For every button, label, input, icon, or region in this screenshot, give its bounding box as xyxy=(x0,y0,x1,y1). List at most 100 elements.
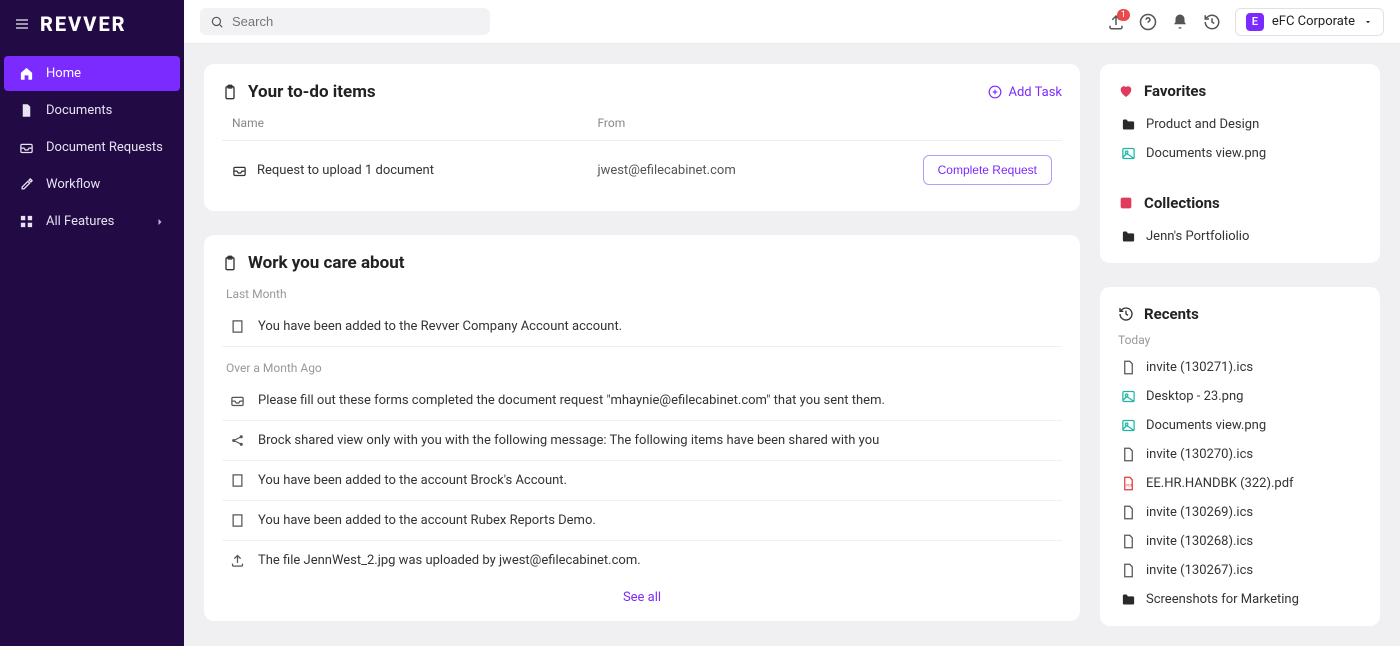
image-icon xyxy=(1120,146,1136,161)
sidebar-item-document-requests[interactable]: Document Requests xyxy=(4,130,180,165)
brand-logo: REVVER xyxy=(40,12,127,36)
favorites-title: Favorites xyxy=(1144,82,1206,100)
activity-row[interactable]: You have been added to the account Rubex… xyxy=(222,501,1062,541)
list-item[interactable]: Jenn's Portfoliolio xyxy=(1118,222,1362,251)
sidebar-item-workflow[interactable]: Workflow xyxy=(4,167,180,202)
add-task-label: Add Task xyxy=(1008,85,1062,100)
upload-badge: 1 xyxy=(1117,9,1130,21)
list-item-label: Documents view.png xyxy=(1146,146,1266,161)
sidebar-item-label: Home xyxy=(46,66,81,81)
activity-text: You have been added to the account Rubex… xyxy=(258,513,596,528)
activity-text: Please fill out these forms completed th… xyxy=(258,393,885,408)
clipboard-icon xyxy=(222,255,238,271)
inbox-icon xyxy=(228,393,246,408)
bell-icon[interactable] xyxy=(1171,13,1189,31)
activity-row[interactable]: Brock shared view only with you with the… xyxy=(222,421,1062,461)
list-item-label: invite (130268).ics xyxy=(1146,534,1253,549)
list-item-label: invite (130271).ics xyxy=(1146,360,1253,375)
todo-title: Your to-do items xyxy=(248,82,376,102)
clipboard-icon xyxy=(222,84,238,100)
building-icon xyxy=(228,513,246,528)
folder-icon xyxy=(1120,592,1136,607)
document-icon xyxy=(18,103,34,118)
image-icon xyxy=(1120,389,1136,404)
search-icon xyxy=(210,15,224,29)
list-item-label: invite (130267).ics xyxy=(1146,563,1253,578)
file-icon xyxy=(1120,505,1136,520)
favorites-panel: Favorites Product and Design Documents v… xyxy=(1100,64,1380,263)
todo-card: Your to-do items Add Task Name From xyxy=(204,64,1080,211)
file-icon xyxy=(1120,360,1136,375)
sidebar-item-all-features[interactable]: All Features xyxy=(4,204,180,239)
see-all-link[interactable]: See all xyxy=(222,580,1062,609)
share-icon xyxy=(228,433,246,448)
history-icon[interactable] xyxy=(1203,13,1221,31)
list-item[interactable]: Screenshots for Marketing xyxy=(1118,585,1362,614)
todo-from: jwest@efilecabinet.com xyxy=(597,163,902,178)
recents-title: Recents xyxy=(1144,305,1199,323)
sidebar-item-label: Documents xyxy=(46,103,112,118)
list-item[interactable]: Documents view.png xyxy=(1118,139,1362,168)
sidebar-item-documents[interactable]: Documents xyxy=(4,93,180,128)
pdf-icon: PDF xyxy=(1120,476,1136,491)
activity-text: You have been added to the account Brock… xyxy=(258,473,567,488)
activity-text: The file JennWest_2.jpg was uploaded by … xyxy=(258,553,641,568)
list-item[interactable]: invite (130270).ics xyxy=(1118,440,1362,469)
inbox-icon xyxy=(232,163,247,178)
add-task-button[interactable]: Add Task xyxy=(988,85,1062,100)
list-item-label: invite (130270).ics xyxy=(1146,447,1253,462)
image-icon xyxy=(1120,418,1136,433)
building-icon xyxy=(228,473,246,488)
account-selector[interactable]: E eFC Corporate xyxy=(1235,8,1384,36)
list-item[interactable]: Product and Design xyxy=(1118,110,1362,139)
activity-text: Brock shared view only with you with the… xyxy=(258,433,879,448)
logo-row: REVVER xyxy=(0,0,184,48)
list-item[interactable]: PDF EE.HR.HANDBK (322).pdf xyxy=(1118,469,1362,498)
upload-icon xyxy=(228,553,246,568)
activity-row[interactable]: Please fill out these forms completed th… xyxy=(222,381,1062,421)
grid-icon xyxy=(18,214,34,229)
search-input[interactable] xyxy=(232,14,480,29)
activity-group-label: Over a Month Ago xyxy=(226,361,1058,375)
building-icon xyxy=(228,319,246,334)
list-item[interactable]: invite (130271).ics xyxy=(1118,353,1362,382)
collections-title: Collections xyxy=(1144,194,1220,212)
list-item[interactable]: invite (130269).ics xyxy=(1118,498,1362,527)
list-item-label: invite (130269).ics xyxy=(1146,505,1253,520)
activity-row[interactable]: The file JennWest_2.jpg was uploaded by … xyxy=(222,541,1062,580)
list-item[interactable]: invite (130268).ics xyxy=(1118,527,1362,556)
chevron-down-icon xyxy=(1363,17,1373,27)
inbox-icon xyxy=(18,140,34,155)
list-item[interactable]: invite (130267).ics xyxy=(1118,556,1362,585)
file-icon xyxy=(1120,447,1136,462)
topbar: 1 E eFC Corporate xyxy=(184,0,1400,44)
folder-icon xyxy=(1120,229,1136,244)
sidebar-item-home[interactable]: Home xyxy=(4,56,180,91)
sidebar: REVVER Home Documents Document Requests … xyxy=(0,0,184,646)
recents-group-label: Today xyxy=(1118,333,1362,347)
heart-icon xyxy=(1118,83,1134,99)
recents-panel: Recents Today invite (130271).ics Deskto… xyxy=(1100,287,1380,626)
list-item-label: Desktop - 23.png xyxy=(1146,389,1243,404)
file-icon xyxy=(1120,563,1136,578)
folder-icon xyxy=(1120,117,1136,132)
sidebar-item-label: Workflow xyxy=(46,177,100,192)
list-item-label: Screenshots for Marketing xyxy=(1146,592,1299,607)
list-item[interactable]: Desktop - 23.png xyxy=(1118,382,1362,411)
help-icon[interactable] xyxy=(1139,13,1157,31)
todo-table-header: Name From xyxy=(222,102,1062,140)
activity-row[interactable]: You have been added to the Revver Compan… xyxy=(222,307,1062,347)
activity-group-label: Last Month xyxy=(226,287,1058,301)
sidebar-item-label: Document Requests xyxy=(46,140,163,155)
activity-row[interactable]: You have been added to the account Brock… xyxy=(222,461,1062,501)
avatar: E xyxy=(1246,13,1264,31)
chevron-right-icon xyxy=(154,216,166,228)
complete-request-button[interactable]: Complete Request xyxy=(923,155,1052,185)
hamburger-icon[interactable] xyxy=(14,16,30,32)
list-item[interactable]: Documents view.png xyxy=(1118,411,1362,440)
upload-icon[interactable]: 1 xyxy=(1107,13,1125,31)
search-box[interactable] xyxy=(200,8,490,35)
col-from: From xyxy=(597,116,902,130)
home-icon xyxy=(18,66,34,81)
list-item-label: Jenn's Portfoliolio xyxy=(1146,229,1249,244)
